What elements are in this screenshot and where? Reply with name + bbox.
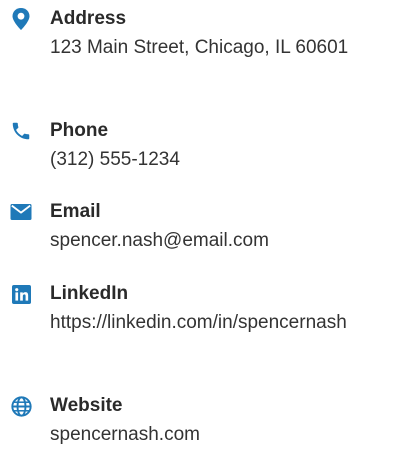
contact-label: Address [50,8,127,29]
contact-label: Email [50,201,101,222]
contact-value-linkedin[interactable]: https://linkedin.com/in/spencernash [50,308,360,338]
linkedin-icon [8,281,34,307]
contact-label: Phone [50,120,109,141]
contact-label: Website [50,395,123,416]
contact-value-website[interactable]: spencernash.com [50,420,360,450]
contact-value-phone: (312) 555-1234 [50,149,180,170]
map-pin-icon [8,6,34,32]
contact-label: LinkedIn [50,283,129,304]
contact-list: Address 123 Main Street, Chicago, IL 606… [0,0,406,451]
contact-value-email: spencer.nash@email.com [50,230,269,251]
phone-icon [8,118,34,144]
contact-value-address: 123 Main Street, Chicago, IL 60601 [50,37,349,58]
envelope-icon [8,199,34,225]
globe-icon [8,393,34,419]
